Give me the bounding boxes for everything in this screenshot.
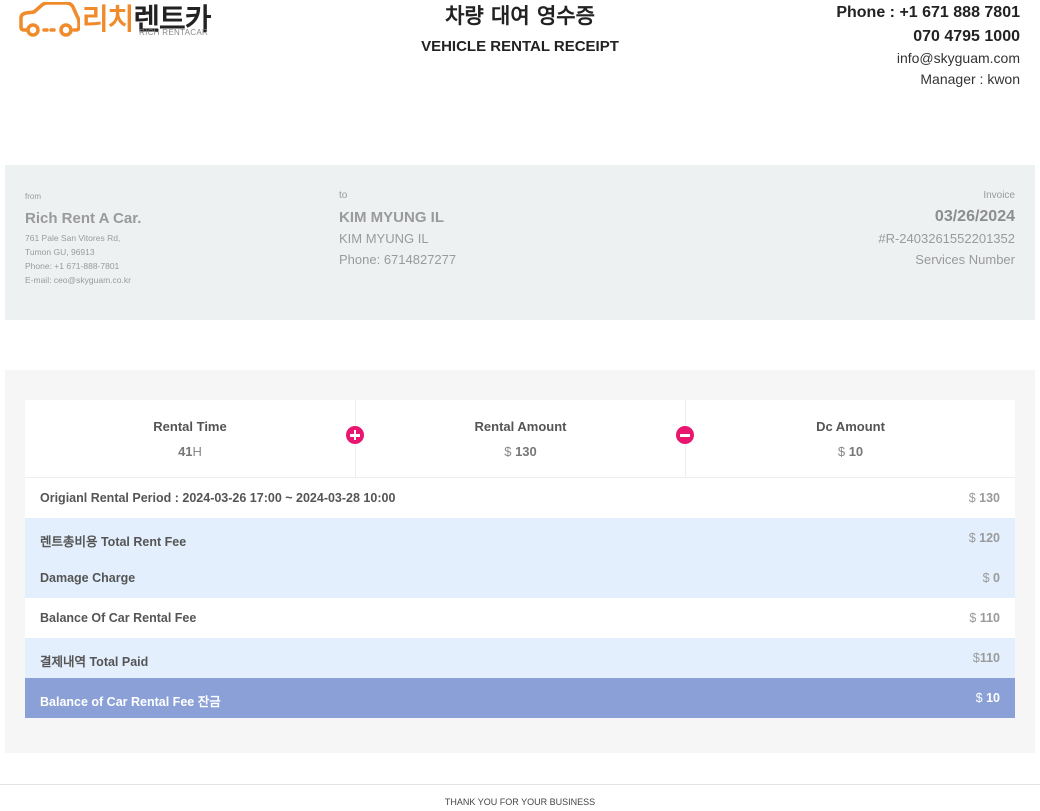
from-address-line2: Tumon GU, 96913: [25, 247, 95, 257]
stat-value: 41H: [25, 444, 355, 459]
row-balance-remaining: Balance of Car Rental Fee 잔금 $ 10: [25, 678, 1015, 718]
row-label: Balance Of Car Rental Fee: [40, 611, 197, 625]
invoice-number: #R-2403261552201352: [878, 231, 1015, 246]
row-currency: $: [968, 531, 976, 545]
from-phone: Phone: +1 671-888-7801: [25, 261, 120, 271]
row-currency: $: [972, 651, 980, 665]
row-currency: $: [968, 491, 976, 505]
row-value: $ 0: [983, 571, 1000, 585]
row-total-paid: 결제내역 Total Paid $110: [25, 638, 1015, 678]
stat-title: Dc Amount: [816, 419, 885, 434]
row-value: $ 120: [969, 531, 1000, 545]
rental-summary-section: Rental Time 41H Rental Amount $ 130 Dc A…: [5, 370, 1035, 753]
invoice-date: 03/26/2024: [934, 208, 1015, 225]
row-amount: 0: [993, 571, 1000, 585]
row-label: Origianl Rental Period : 2024-03-26 17:0…: [40, 491, 396, 505]
to-label: to: [339, 190, 348, 201]
to-customer-name-secondary: KIM MYUNG IL: [339, 231, 429, 246]
row-original-rental-period: Origianl Rental Period : 2024-03-26 17:0…: [25, 478, 1015, 518]
stat-number: 130: [515, 444, 537, 459]
stat-currency: $: [504, 444, 512, 459]
row-value: $ 10: [976, 691, 1000, 705]
stat-value: $ 130: [356, 444, 685, 459]
stat-dc-amount: Dc Amount $ 10: [685, 400, 1015, 478]
stat-unit: H: [192, 444, 202, 459]
from-company-name: Rich Rent A Car.: [25, 210, 142, 227]
services-number-label: Services Number: [915, 252, 1015, 267]
row-value: $ 130: [969, 491, 1000, 505]
row-total-rent-fee: 렌트총비용 Total Rent Fee $ 120: [25, 518, 1015, 558]
row-amount: 110: [979, 611, 1000, 625]
stat-number: 10: [848, 444, 864, 459]
contact-phone-secondary: 070 4795 1000: [913, 28, 1020, 45]
row-balance-car-rental-fee: Balance Of Car Rental Fee $ 110: [25, 598, 1015, 638]
to-block: to KIM MYUNG IL KIM MYUNG IL Phone: 6714…: [339, 190, 456, 268]
row-value: $ 110: [969, 611, 1000, 625]
invoice-label: Invoice: [983, 190, 1015, 201]
contact-phone: Phone : +1 671 888 7801: [836, 4, 1020, 21]
fee-rows: Origianl Rental Period : 2024-03-26 17:0…: [25, 478, 1015, 718]
from-label: from: [25, 192, 41, 201]
row-amount: 120: [979, 531, 1000, 545]
row-amount: 130: [979, 491, 1000, 505]
row-label: 결제내역 Total Paid: [40, 655, 149, 669]
to-customer-name: KIM MYUNG IL: [339, 209, 444, 226]
from-block: from Rich Rent A Car. 761 Pale San Vitor…: [25, 192, 141, 287]
row-label: 렌트총비용 Total Rent Fee: [40, 535, 187, 549]
row-value: $110: [973, 651, 1000, 665]
row-currency: $: [975, 691, 983, 705]
stat-rental-amount: Rental Amount $ 130: [355, 400, 685, 478]
stat-currency: $: [837, 444, 846, 459]
invoice-block: Invoice 03/26/2024 #R-2403261552201352 S…: [878, 190, 1015, 268]
invoice-info-panel: from Rich Rent A Car. 761 Pale San Vitor…: [5, 165, 1035, 320]
row-amount: 10: [986, 691, 1000, 705]
from-email: E-mail: ceo@skyguam.co.kr: [25, 275, 131, 285]
company-contact: Phone : +1 671 888 7801 070 4795 1000 in…: [836, 4, 1020, 88]
contact-manager: Manager : kwon: [920, 71, 1020, 87]
stat-value: $ 10: [686, 444, 1015, 459]
rental-summary-card: Rental Time 41H Rental Amount $ 130 Dc A…: [25, 400, 1015, 718]
contact-email: info@skyguam.com: [896, 50, 1020, 66]
receipt-header: 리치렌트카 RICH RENTACAR 차량 대여 영수증 VEHICLE RE…: [0, 0, 1040, 110]
stat-number: 41: [178, 444, 193, 459]
row-currency: $: [982, 571, 990, 585]
footer-thank-you: THANK YOU FOR YOUR BUSINESS: [444, 797, 596, 807]
row-damage-charge: Damage Charge $ 0: [25, 558, 1015, 598]
row-label: Balance of Car Rental Fee 잔금: [40, 695, 221, 709]
plus-circle-icon: [346, 426, 364, 444]
row-label: Damage Charge: [40, 571, 136, 585]
minus-circle-icon: [676, 426, 694, 444]
row-amount: 110: [979, 651, 1000, 665]
row-currency: $: [969, 611, 977, 625]
stat-rental-time: Rental Time 41H: [25, 400, 355, 478]
from-address-line1: 761 Pale San Vitores Rd,: [25, 233, 121, 243]
stat-title: Rental Time: [153, 419, 227, 434]
stat-title: Rental Amount: [474, 419, 567, 434]
rental-stats: Rental Time 41H Rental Amount $ 130 Dc A…: [25, 400, 1015, 478]
footer-divider: [0, 784, 1040, 785]
to-phone: Phone: 6714827277: [339, 252, 457, 267]
